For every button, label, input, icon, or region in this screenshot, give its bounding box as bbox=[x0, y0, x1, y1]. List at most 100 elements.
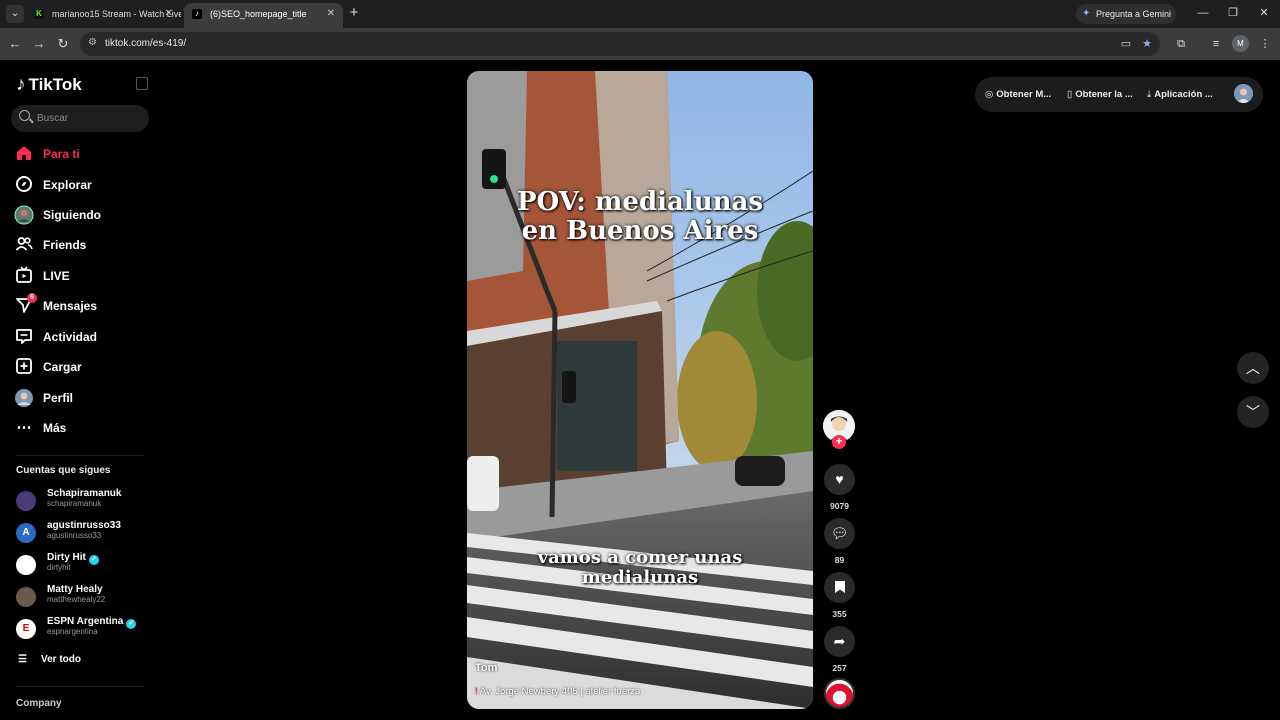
following-avatar-icon bbox=[14, 205, 34, 225]
nav-item-perfil[interactable]: Perfil bbox=[14, 387, 73, 409]
nav-item-actividad[interactable]: Actividad bbox=[14, 326, 97, 348]
share-arrow-icon: ➦ bbox=[833, 633, 846, 649]
messages-icon: 6 bbox=[14, 293, 37, 316]
nav-item-cargar[interactable]: Cargar bbox=[14, 356, 82, 378]
tab-title: (6)SEO_homepage_title bbox=[210, 9, 307, 19]
cast-icon[interactable]: ▭ bbox=[1118, 36, 1134, 52]
video-location[interactable]: ! Av. Jorge Newbery 405 | atelier fuerza bbox=[475, 686, 640, 697]
avatar: E bbox=[16, 619, 36, 639]
see-all-button[interactable]: ☰ Ver todo bbox=[18, 654, 81, 665]
nav-label: Siguiendo bbox=[43, 208, 101, 222]
following-handle: dirtyhit bbox=[47, 563, 71, 572]
home-icon bbox=[14, 144, 34, 164]
browser-profile-avatar[interactable]: M bbox=[1232, 35, 1249, 52]
video-title-line: en Buenos Aires bbox=[521, 216, 759, 246]
back-arrow-icon[interactable]: ← bbox=[6, 35, 24, 53]
share-button[interactable]: ➦ bbox=[824, 626, 855, 657]
url-text[interactable]: tiktok.com/es-419/ bbox=[105, 32, 186, 56]
video-author[interactable]: Tom bbox=[475, 662, 497, 674]
tiktok-favicon-icon: ♪ bbox=[192, 9, 202, 19]
comment-button[interactable]: 💬︎ bbox=[824, 518, 855, 549]
nav-label: Más bbox=[43, 421, 67, 435]
profile-avatar-icon bbox=[14, 388, 34, 408]
nav-item-friends[interactable]: Friends bbox=[14, 234, 86, 256]
browser-menu-icon[interactable]: ⋮ bbox=[1256, 35, 1274, 53]
location-pin-icon: ! bbox=[475, 686, 478, 697]
chevron-down-icon: ﹀ bbox=[1246, 404, 1260, 420]
company-link[interactable]: Company bbox=[16, 698, 62, 709]
live-icon bbox=[14, 266, 34, 286]
desktop-app-button[interactable]: ⤓ Aplicación ... bbox=[1147, 77, 1213, 112]
bookmark-star-icon[interactable]: ★ bbox=[1139, 36, 1155, 52]
user-avatar[interactable] bbox=[1234, 84, 1253, 103]
following-section-title: Cuentas que sigues bbox=[16, 465, 111, 476]
nav-item-explorar[interactable]: Explorar bbox=[14, 174, 92, 196]
nav-item-mensajes[interactable]: 6 Mensajes bbox=[14, 293, 97, 317]
tab-title: marianoo15 Stream - Watch Live bbox=[52, 9, 181, 19]
following-name: Matty Healy bbox=[47, 584, 103, 595]
like-button[interactable]: ♥ bbox=[824, 464, 855, 495]
new-tab-button[interactable]: + bbox=[346, 4, 362, 22]
get-coins-button[interactable]: ◎ Obtener M... bbox=[985, 77, 1051, 112]
avatar bbox=[16, 491, 36, 511]
restore-icon[interactable]: ❐ bbox=[1222, 4, 1244, 22]
tiktok-logo[interactable]: ♪ TikTok bbox=[16, 73, 82, 97]
video-frame bbox=[467, 71, 813, 709]
reload-icon[interactable]: ↻ bbox=[54, 35, 72, 53]
compass-icon bbox=[14, 175, 34, 195]
following-handle: espnargentina bbox=[47, 627, 98, 636]
tab-close-icon[interactable]: ✕ bbox=[327, 3, 335, 25]
friends-icon bbox=[14, 235, 34, 255]
verified-badge-icon: ✓ bbox=[88, 555, 99, 565]
get-app-button[interactable]: ▯ Obtener la ... bbox=[1067, 77, 1133, 112]
header-actions: ◎ Obtener M... ▯ Obtener la ... ⤓ Aplicació… bbox=[975, 77, 1263, 112]
nav-label: Actividad bbox=[43, 330, 98, 344]
tab-search-button[interactable]: ⌄ bbox=[6, 5, 24, 23]
nav-item-live[interactable]: LIVE bbox=[14, 265, 70, 287]
nav-item-siguiendo[interactable]: Siguiendo bbox=[14, 204, 101, 226]
like-count: 9079 bbox=[830, 501, 849, 511]
logo-text: TikTok bbox=[28, 75, 82, 94]
heart-icon: ♥ bbox=[835, 471, 844, 487]
desktop-app-label: Aplicación ... bbox=[1154, 89, 1213, 100]
forward-arrow-icon[interactable]: → bbox=[30, 35, 48, 53]
browser-tab-strip: ⌄ K marianoo15 Stream - Watch Live ✕ ♪ (… bbox=[0, 0, 1280, 28]
save-button[interactable] bbox=[824, 572, 855, 603]
media-controls-icon[interactable]: ≡ bbox=[1207, 35, 1225, 53]
search-box[interactable] bbox=[11, 105, 149, 132]
nav-label: Explorar bbox=[43, 178, 92, 192]
avatar bbox=[16, 587, 36, 607]
follow-plus-icon[interactable]: + bbox=[832, 435, 846, 449]
extensions-icon[interactable]: ⧉ bbox=[1172, 35, 1190, 53]
video-player[interactable]: POV: medialunas en Buenos Aires vamos a … bbox=[467, 71, 813, 709]
next-video-button[interactable]: ﹀ bbox=[1237, 396, 1269, 428]
download-icon: ⤓ bbox=[1147, 89, 1152, 100]
address-bar[interactable]: ⚙ tiktok.com/es-419/ ▭ ★ bbox=[80, 32, 1160, 56]
activity-icon bbox=[14, 327, 34, 347]
close-window-icon[interactable]: ✕ bbox=[1253, 4, 1275, 22]
following-handle: agustinrusso33 bbox=[47, 531, 102, 540]
site-info-icon[interactable]: ⚙ bbox=[88, 37, 97, 48]
tab-close-icon[interactable]: ✕ bbox=[165, 3, 173, 25]
comment-icon: 💬︎ bbox=[830, 525, 849, 541]
browser-tab-tiktok[interactable]: ♪ (6)SEO_homepage_title ✕ bbox=[184, 3, 343, 28]
minimize-icon[interactable]: — bbox=[1192, 4, 1214, 22]
browser-toolbar: ← → ↻ ⚙ tiktok.com/es-419/ ▭ ★ ⧉ ≡ M ⋮ bbox=[0, 28, 1280, 60]
nav-item-mas[interactable]: ⋯ Más bbox=[14, 417, 67, 439]
avatar bbox=[16, 555, 36, 575]
nav-item-para-ti[interactable]: Para ti bbox=[14, 143, 80, 165]
browser-tab-kick[interactable]: K marianoo15 Stream - Watch Live ✕ bbox=[26, 3, 181, 28]
ask-gemini-button[interactable]: ✦ Pregunta a Gemini bbox=[1076, 4, 1176, 24]
collapse-sidebar-icon[interactable] bbox=[136, 77, 148, 90]
location-text: Av. Jorge Newbery 405 | atelier fuerza bbox=[479, 686, 641, 697]
search-input[interactable] bbox=[37, 105, 142, 132]
save-count: 355 bbox=[832, 609, 847, 619]
previous-video-button[interactable]: ︿ bbox=[1237, 352, 1269, 384]
video-title-line: POV: medialunas bbox=[516, 187, 764, 217]
coin-icon: ◎ bbox=[985, 89, 994, 100]
phone-icon: ▯ bbox=[1067, 89, 1073, 100]
see-all-label: Ver todo bbox=[40, 654, 81, 665]
music-disc-icon[interactable] bbox=[824, 678, 855, 709]
avatar: A bbox=[16, 523, 36, 543]
tiktok-note-icon: ♪ bbox=[16, 74, 26, 95]
